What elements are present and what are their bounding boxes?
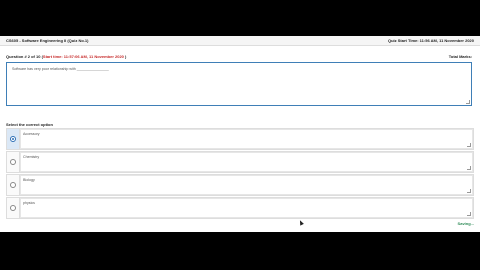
option-4[interactable]: physics [6, 197, 474, 219]
option-textarea: Chemistry [20, 152, 473, 172]
option-textarea: Accessory [20, 129, 473, 149]
option-2[interactable]: Chemistry [6, 151, 474, 173]
option-radio-cell[interactable] [7, 129, 20, 149]
option-3[interactable]: Biology [6, 174, 474, 196]
option-radio-cell[interactable] [7, 175, 20, 195]
resize-handle-icon [467, 212, 471, 216]
radio-button[interactable] [9, 182, 16, 188]
question-close-paren: ) [123, 54, 127, 59]
resize-handle-icon [467, 189, 471, 193]
resize-handle-icon [467, 166, 471, 170]
option-textarea: physics [20, 198, 473, 218]
option-label: Accessory [23, 132, 40, 136]
option-radio-cell[interactable] [7, 152, 20, 172]
radio-button[interactable] [9, 159, 16, 165]
question-text: Software has very poor relationship with… [12, 67, 109, 71]
options-heading: Select the correct option [6, 122, 53, 127]
question-number-label: Question # 2 of 10 ( [6, 54, 43, 59]
quiz-start-time: Quiz Start Time: 11:56 AM, 11 November 2… [387, 38, 474, 43]
total-marks: Total Marks: [448, 54, 472, 59]
course-title: CS605 - Software Engineering II (Quiz No… [6, 38, 89, 43]
option-label: physics [23, 201, 35, 205]
saving-status: Saving... [457, 221, 474, 226]
radio-button[interactable] [9, 136, 16, 142]
option-label: Biology [23, 178, 35, 182]
quiz-page: CS605 - Software Engineering II (Quiz No… [0, 36, 480, 232]
option-1[interactable]: Accessory [6, 128, 474, 150]
radio-button[interactable] [9, 205, 16, 211]
header-bar: CS605 - Software Engineering II (Quiz No… [0, 36, 480, 46]
option-textarea: Biology [20, 175, 473, 195]
question-textarea[interactable]: Software has very poor relationship with… [6, 62, 472, 106]
option-radio-cell[interactable] [7, 198, 20, 218]
resize-handle-icon [467, 143, 471, 147]
resize-handle-icon[interactable] [466, 100, 470, 104]
question-number: Question # 2 of 10 (Start time: 11:57:06… [6, 54, 126, 59]
option-label: Chemistry [23, 155, 40, 159]
question-start-time: Start time: 11:57:06 AM, 11 November 202… [42, 54, 124, 59]
